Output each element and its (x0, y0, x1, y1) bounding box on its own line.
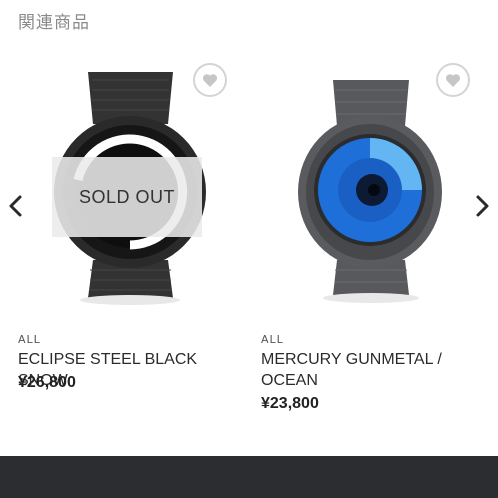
footer-bar (0, 456, 498, 498)
product-category: ALL (261, 333, 284, 346)
heart-icon (202, 74, 218, 87)
chevron-right-icon (476, 195, 489, 217)
product-price: ¥23,800 (261, 395, 319, 412)
product-category: ALL (18, 333, 41, 346)
sold-out-label: SOLD OUT (52, 157, 202, 237)
carousel-next-button[interactable] (470, 190, 494, 222)
related-products-title: 関連商品 (18, 13, 90, 33)
product-name[interactable]: MERCURY GUNMETAL / OCEAN (261, 349, 489, 391)
favorite-button[interactable] (193, 63, 227, 97)
related-products-carousel: SOLD OUT ALL ECLIPSE STEEL BLACK SNOW ¥2… (0, 50, 498, 430)
product-price: ¥26,800 (18, 374, 76, 391)
heart-icon (445, 74, 461, 87)
favorite-button[interactable] (436, 63, 470, 97)
